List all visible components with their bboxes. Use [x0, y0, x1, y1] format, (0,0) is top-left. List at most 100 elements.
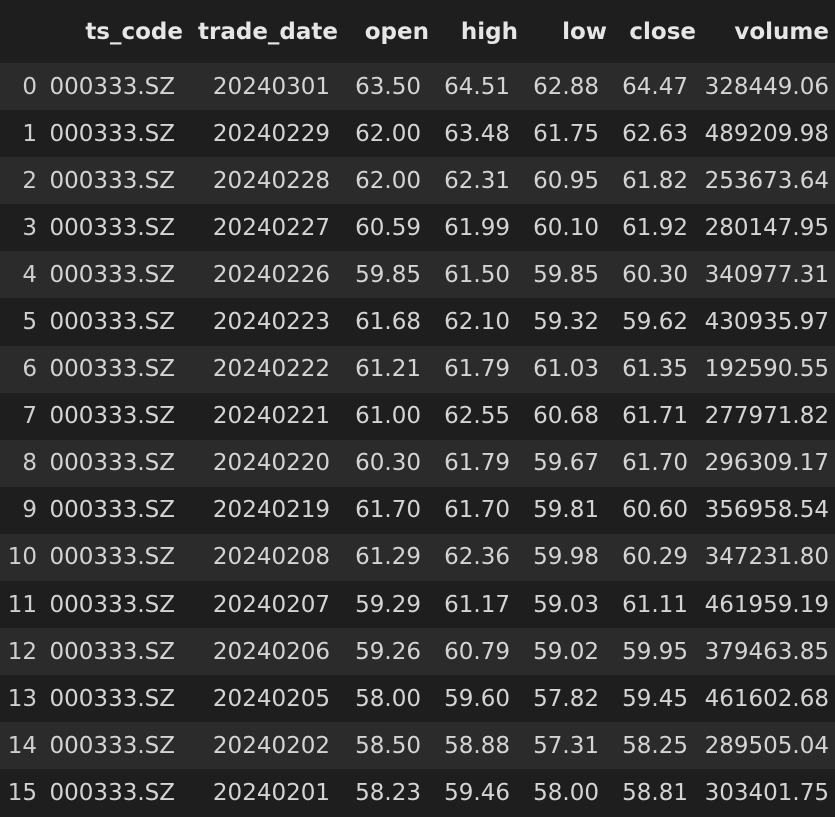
close-cell: 61.82	[622, 167, 688, 194]
close-cell: 60.30	[622, 261, 688, 288]
column-header-trade-date: trade_date	[183, 0, 338, 63]
trade-date-cell: 20240205	[212, 685, 330, 712]
high-cell: 60.79	[444, 638, 510, 665]
volume-cell: 340977.31	[704, 261, 829, 288]
high-cell: 58.88	[444, 732, 510, 759]
high-cell: 64.51	[444, 73, 510, 100]
row-index: 6	[22, 356, 37, 383]
high-cell: 62.55	[444, 403, 510, 430]
ts-code-cell: 000333.SZ	[49, 685, 175, 712]
open-cell: 63.50	[355, 73, 421, 100]
table-header: ts_code trade_date open high low close v…	[0, 0, 835, 63]
ts-code-cell: 000333.SZ	[49, 309, 175, 336]
volume-cell: 280147.95	[704, 214, 829, 241]
table-row: 5 000333.SZ 20240223 61.68 62.10 59.32 59.62 43…	[0, 298, 835, 346]
trade-date-cell: 20240208	[212, 544, 330, 571]
volume-cell: 461959.19	[704, 591, 829, 618]
table-row: 12 000333.SZ 20240206 59.26 60.79 59.02 59.95 3…	[0, 628, 835, 676]
volume-cell: 356958.54	[704, 497, 829, 524]
open-cell: 62.00	[355, 167, 421, 194]
header-row: ts_code trade_date open high low close v…	[0, 0, 835, 63]
trade-date-cell: 20240229	[212, 120, 330, 147]
volume-cell: 192590.55	[704, 356, 829, 383]
high-cell: 62.36	[444, 544, 510, 571]
open-cell: 59.29	[355, 591, 421, 618]
low-cell: 59.02	[533, 638, 599, 665]
column-header-low: low	[518, 0, 607, 63]
open-cell: 60.30	[355, 450, 421, 477]
trade-date-cell: 20240228	[212, 167, 330, 194]
trade-date-cell: 20240206	[212, 638, 330, 665]
open-cell: 58.00	[355, 685, 421, 712]
row-index: 5	[22, 309, 37, 336]
close-cell: 62.63	[622, 120, 688, 147]
column-header-high: high	[429, 0, 518, 63]
close-cell: 61.70	[622, 450, 688, 477]
volume-cell: 296309.17	[704, 450, 829, 477]
row-index: 9	[22, 497, 37, 524]
close-cell: 61.71	[622, 403, 688, 430]
row-index: 1	[22, 120, 37, 147]
high-cell: 61.79	[444, 356, 510, 383]
high-cell: 61.50	[444, 261, 510, 288]
volume-cell: 489209.98	[704, 120, 829, 147]
table-row: 9 000333.SZ 20240219 61.70 61.70 59.81 60.60 35…	[0, 486, 835, 534]
index-header	[0, 0, 49, 63]
high-cell: 61.70	[444, 497, 510, 524]
row-index: 15	[7, 779, 37, 806]
row-index: 0	[22, 73, 37, 100]
close-cell: 60.29	[622, 544, 688, 571]
high-cell: 61.17	[444, 591, 510, 618]
high-cell: 59.60	[444, 685, 510, 712]
trade-date-cell: 20240201	[212, 779, 330, 806]
open-cell: 61.00	[355, 403, 421, 430]
ts-code-cell: 000333.SZ	[49, 73, 175, 100]
trade-date-cell: 20240219	[212, 497, 330, 524]
ts-code-cell: 000333.SZ	[49, 779, 175, 806]
volume-cell: 328449.06	[704, 73, 829, 100]
table-row: 14 000333.SZ 20240202 58.50 58.88 57.31 58.25 2…	[0, 722, 835, 770]
open-cell: 61.21	[355, 356, 421, 383]
volume-cell: 303401.75	[704, 779, 829, 806]
row-index: 11	[7, 591, 37, 618]
ts-code-cell: 000333.SZ	[49, 638, 175, 665]
row-index: 13	[7, 685, 37, 712]
close-cell: 59.62	[622, 309, 688, 336]
open-cell: 59.85	[355, 261, 421, 288]
close-cell: 58.81	[622, 779, 688, 806]
row-index: 12	[7, 638, 37, 665]
low-cell: 57.31	[533, 732, 599, 759]
trade-date-cell: 20240202	[212, 732, 330, 759]
low-cell: 57.82	[533, 685, 599, 712]
low-cell: 58.00	[533, 779, 599, 806]
trade-date-cell: 20240227	[212, 214, 330, 241]
volume-cell: 430935.97	[704, 309, 829, 336]
high-cell: 61.99	[444, 214, 510, 241]
ts-code-cell: 000333.SZ	[49, 732, 175, 759]
low-cell: 60.68	[533, 403, 599, 430]
row-index: 7	[22, 403, 37, 430]
low-cell: 61.75	[533, 120, 599, 147]
low-cell: 59.85	[533, 261, 599, 288]
table-row: 7 000333.SZ 20240221 61.00 62.55 60.68 61.71 27…	[0, 392, 835, 440]
close-cell: 61.35	[622, 356, 688, 383]
open-cell: 61.29	[355, 544, 421, 571]
column-header-volume: volume	[696, 0, 835, 63]
close-cell: 59.45	[622, 685, 688, 712]
ts-code-cell: 000333.SZ	[49, 356, 175, 383]
column-header-ts-code: ts_code	[49, 0, 183, 63]
table-body: 0 000333.SZ 20240301 63.50 64.51 62.88 64.47 32…	[0, 63, 835, 817]
row-index: 14	[7, 732, 37, 759]
table-row: 6 000333.SZ 20240222 61.21 61.79 61.03 61.35 19…	[0, 345, 835, 393]
low-cell: 59.67	[533, 450, 599, 477]
open-cell: 59.26	[355, 638, 421, 665]
trade-date-cell: 20240207	[212, 591, 330, 618]
table-row: 4 000333.SZ 20240226 59.85 61.50 59.85 60.30 34…	[0, 251, 835, 299]
low-cell: 59.32	[533, 309, 599, 336]
high-cell: 63.48	[444, 120, 510, 147]
table-row: 11 000333.SZ 20240207 59.29 61.17 59.03 61.11 4…	[0, 581, 835, 629]
low-cell: 61.03	[533, 356, 599, 383]
row-index: 4	[22, 261, 37, 288]
volume-cell: 461602.68	[704, 685, 829, 712]
low-cell: 59.98	[533, 544, 599, 571]
